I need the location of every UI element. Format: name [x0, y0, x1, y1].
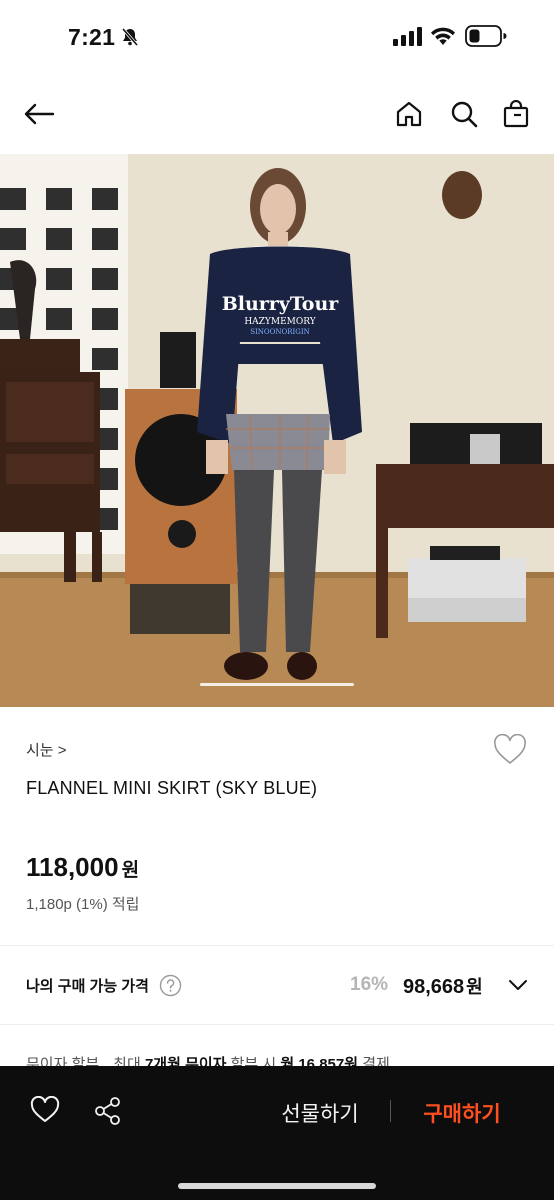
home-indicator [178, 1183, 376, 1189]
price-value: 118,000 [26, 852, 119, 882]
sweater-print-line2: HAZYMEMORY [244, 317, 316, 327]
brand-link[interactable]: 시눈 > [26, 739, 67, 760]
wishlist-button[interactable] [493, 733, 527, 771]
product-image[interactable]: BlurryTour HAZYMEMORY SINOONORIGIN [0, 154, 554, 707]
back-button[interactable] [19, 94, 59, 134]
shopping-bag-icon [503, 100, 529, 128]
heart-icon [30, 1095, 60, 1122]
share-icon [95, 1097, 120, 1125]
bell-slash-icon [120, 27, 140, 52]
top-navigation [0, 76, 554, 154]
buy-button[interactable]: 구매하기 [410, 1098, 514, 1128]
question-circle-icon [159, 974, 182, 997]
battery-icon [465, 25, 507, 52]
my-price-value: 98,668 [403, 976, 465, 998]
sweater-print-line1: BlurryTour [222, 293, 340, 315]
share-button[interactable] [94, 1096, 122, 1131]
product-price: 118,000 원 [26, 852, 139, 883]
reward-points: 1,180p (1%) 적립 [26, 896, 140, 913]
chevron-down-icon [509, 980, 527, 990]
wifi-icon [430, 26, 456, 51]
status-bar: 7:21 [0, 0, 554, 76]
divider [0, 945, 554, 946]
home-button[interactable] [389, 94, 429, 134]
price-unit: 원 [121, 860, 140, 881]
product-title: FLANNEL MINI SKIRT (SKY BLUE) [26, 778, 318, 798]
button-divider [390, 1100, 391, 1122]
bottom-action-bar: 선물하기 구매하기 [0, 1066, 554, 1200]
my-price-label: 나의 구매 가능 가격 [26, 978, 149, 995]
image-carousel-indicator [200, 683, 354, 686]
expand-price-button[interactable] [508, 978, 528, 997]
like-button[interactable] [30, 1095, 60, 1129]
status-time: 7:21 [68, 24, 116, 50]
my-price-unit: 원 [466, 977, 483, 997]
search-icon [451, 101, 478, 128]
gift-button[interactable]: 선물하기 [262, 1098, 378, 1128]
help-button[interactable] [159, 974, 182, 1002]
heart-outline-icon [494, 733, 526, 764]
arrow-left-icon [24, 103, 55, 125]
cart-button[interactable] [496, 94, 536, 134]
home-icon [396, 101, 422, 127]
product-photo-illustration: BlurryTour HAZYMEMORY SINOONORIGIN [0, 154, 554, 707]
sweater-print-line3: SINOONORIGIN [250, 328, 310, 336]
cellular-signal-icon [393, 27, 423, 51]
divider [0, 1024, 554, 1025]
my-price: 98,668 원 [403, 973, 483, 999]
search-button[interactable] [444, 94, 484, 134]
discount-rate: 16% [350, 974, 389, 995]
